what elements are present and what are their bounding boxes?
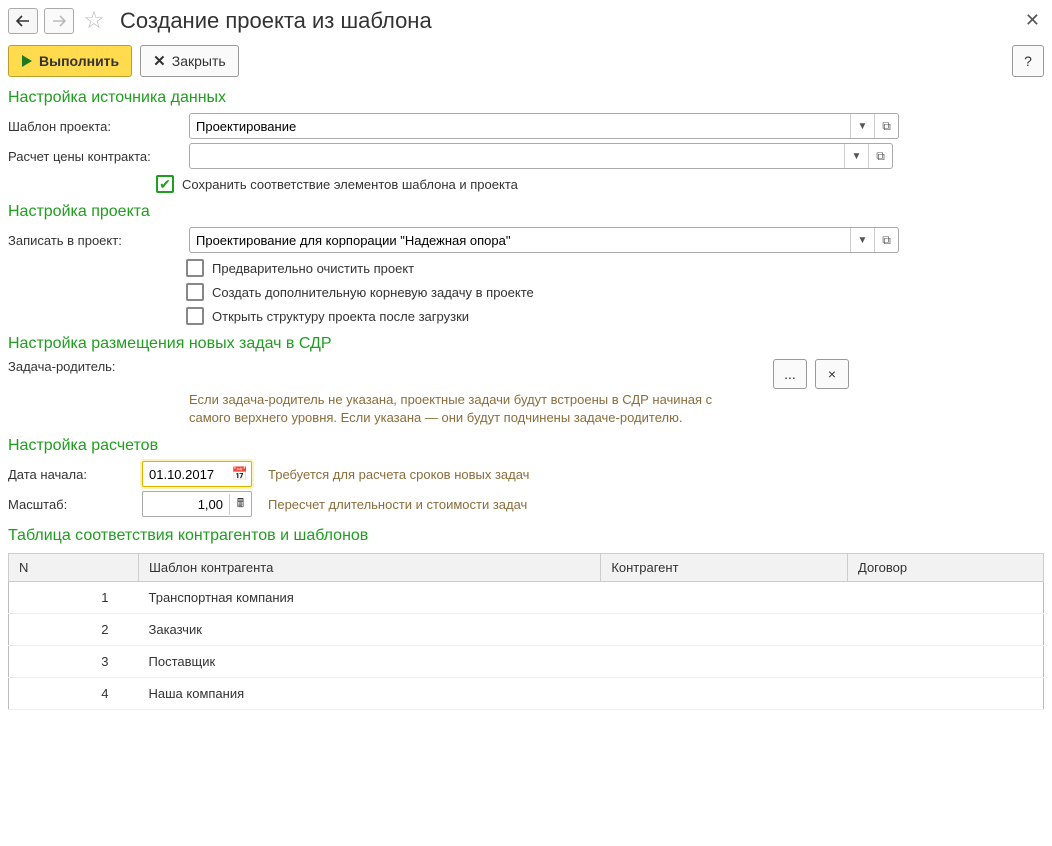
section-source-head: Настройка источника данных <box>8 89 1044 107</box>
help-button[interactable]: ? <box>1012 45 1044 77</box>
execute-label: Выполнить <box>39 53 119 69</box>
table-row[interactable]: 4Наша компания <box>9 678 1044 710</box>
mapping-table: N Шаблон контрагента Контрагент Договор … <box>8 553 1044 710</box>
writeto-label: Записать в проект: <box>8 233 183 248</box>
section-table-head: Таблица соответствия контрагентов и шабл… <box>8 527 1044 545</box>
clear-icon: × <box>828 366 836 382</box>
scale-field[interactable]: 🖩 <box>142 491 252 517</box>
writeto-combo[interactable]: ▼ ⧉ <box>189 227 899 253</box>
start-date-field[interactable]: 📅 <box>142 461 252 487</box>
template-combo[interactable]: ▼ ⧉ <box>189 113 899 139</box>
col-template: Шаблон контрагента <box>139 554 601 582</box>
parent-task-label: Задача-родитель: <box>8 359 183 374</box>
writeto-dropdown-icon[interactable]: ▼ <box>850 228 874 252</box>
ellipsis-icon: ... <box>784 366 796 382</box>
help-icon: ? <box>1024 53 1032 69</box>
calculator-icon[interactable]: 🖩 <box>229 494 251 515</box>
window-close-button[interactable]: ✕ <box>1021 6 1044 35</box>
favorite-star-icon[interactable]: ☆ <box>80 7 108 35</box>
calc-price-dropdown-icon[interactable]: ▼ <box>844 144 868 168</box>
save-mapping-checkbox[interactable] <box>156 175 174 193</box>
calc-price-combo[interactable]: ▼ ⧉ <box>189 143 893 169</box>
writeto-input[interactable] <box>190 228 850 252</box>
parent-hint: Если задача-родитель не указана, проектн… <box>189 391 749 427</box>
open-structure-checkbox[interactable] <box>186 307 204 325</box>
parent-clear-button[interactable]: × <box>815 359 849 389</box>
template-label: Шаблон проекта: <box>8 119 183 134</box>
close-icon: ✕ <box>153 52 166 70</box>
root-task-label: Создать дополнительную корневую задачу в… <box>212 285 534 300</box>
arrow-right-icon <box>52 15 66 27</box>
scale-label: Масштаб: <box>8 497 136 512</box>
col-contract: Договор <box>848 554 1044 582</box>
nav-forward-button[interactable] <box>44 8 74 34</box>
template-open-icon[interactable]: ⧉ <box>874 114 898 138</box>
table-header-row: N Шаблон контрагента Контрагент Договор <box>9 554 1044 582</box>
close-button[interactable]: ✕ Закрыть <box>140 45 239 77</box>
execute-button[interactable]: Выполнить <box>8 45 132 77</box>
page-title: Создание проекта из шаблона <box>120 8 432 34</box>
table-row[interactable]: 2Заказчик <box>9 614 1044 646</box>
section-wbs-head: Настройка размещения новых задач в СДР <box>8 335 1044 353</box>
scale-input[interactable] <box>143 497 229 512</box>
writeto-open-icon[interactable]: ⧉ <box>874 228 898 252</box>
start-date-label: Дата начала: <box>8 467 136 482</box>
table-row[interactable]: 3Поставщик <box>9 646 1044 678</box>
preclear-label: Предварительно очистить проект <box>212 261 414 276</box>
save-mapping-label: Сохранить соответствие элементов шаблона… <box>182 177 518 192</box>
open-structure-label: Открыть структуру проекта после загрузки <box>212 309 469 324</box>
command-bar: Выполнить ✕ Закрыть ? <box>8 45 1044 77</box>
calendar-icon[interactable]: 📅 <box>229 466 251 482</box>
titlebar: ☆ Создание проекта из шаблона ✕ <box>8 6 1044 35</box>
nav-back-button[interactable] <box>8 8 38 34</box>
col-n: N <box>9 554 139 582</box>
start-date-hint: Требуется для расчета сроков новых задач <box>268 467 529 482</box>
calc-price-label: Расчет цены контракта: <box>8 149 183 164</box>
start-date-input[interactable] <box>143 467 229 482</box>
play-icon <box>21 54 33 68</box>
section-project-head: Настройка проекта <box>8 203 1044 221</box>
root-task-checkbox[interactable] <box>186 283 204 301</box>
scale-hint: Пересчет длительности и стоимости задач <box>268 497 527 512</box>
preclear-checkbox[interactable] <box>186 259 204 277</box>
template-input[interactable] <box>190 114 850 138</box>
table-row[interactable]: 1Транспортная компания <box>9 582 1044 614</box>
parent-select-button[interactable]: ... <box>773 359 807 389</box>
calc-price-open-icon[interactable]: ⧉ <box>868 144 892 168</box>
calc-price-input[interactable] <box>190 144 844 168</box>
close-label: Закрыть <box>172 53 226 69</box>
arrow-left-icon <box>16 15 30 27</box>
section-calc-head: Настройка расчетов <box>8 437 1044 455</box>
col-contractor: Контрагент <box>601 554 848 582</box>
template-dropdown-icon[interactable]: ▼ <box>850 114 874 138</box>
